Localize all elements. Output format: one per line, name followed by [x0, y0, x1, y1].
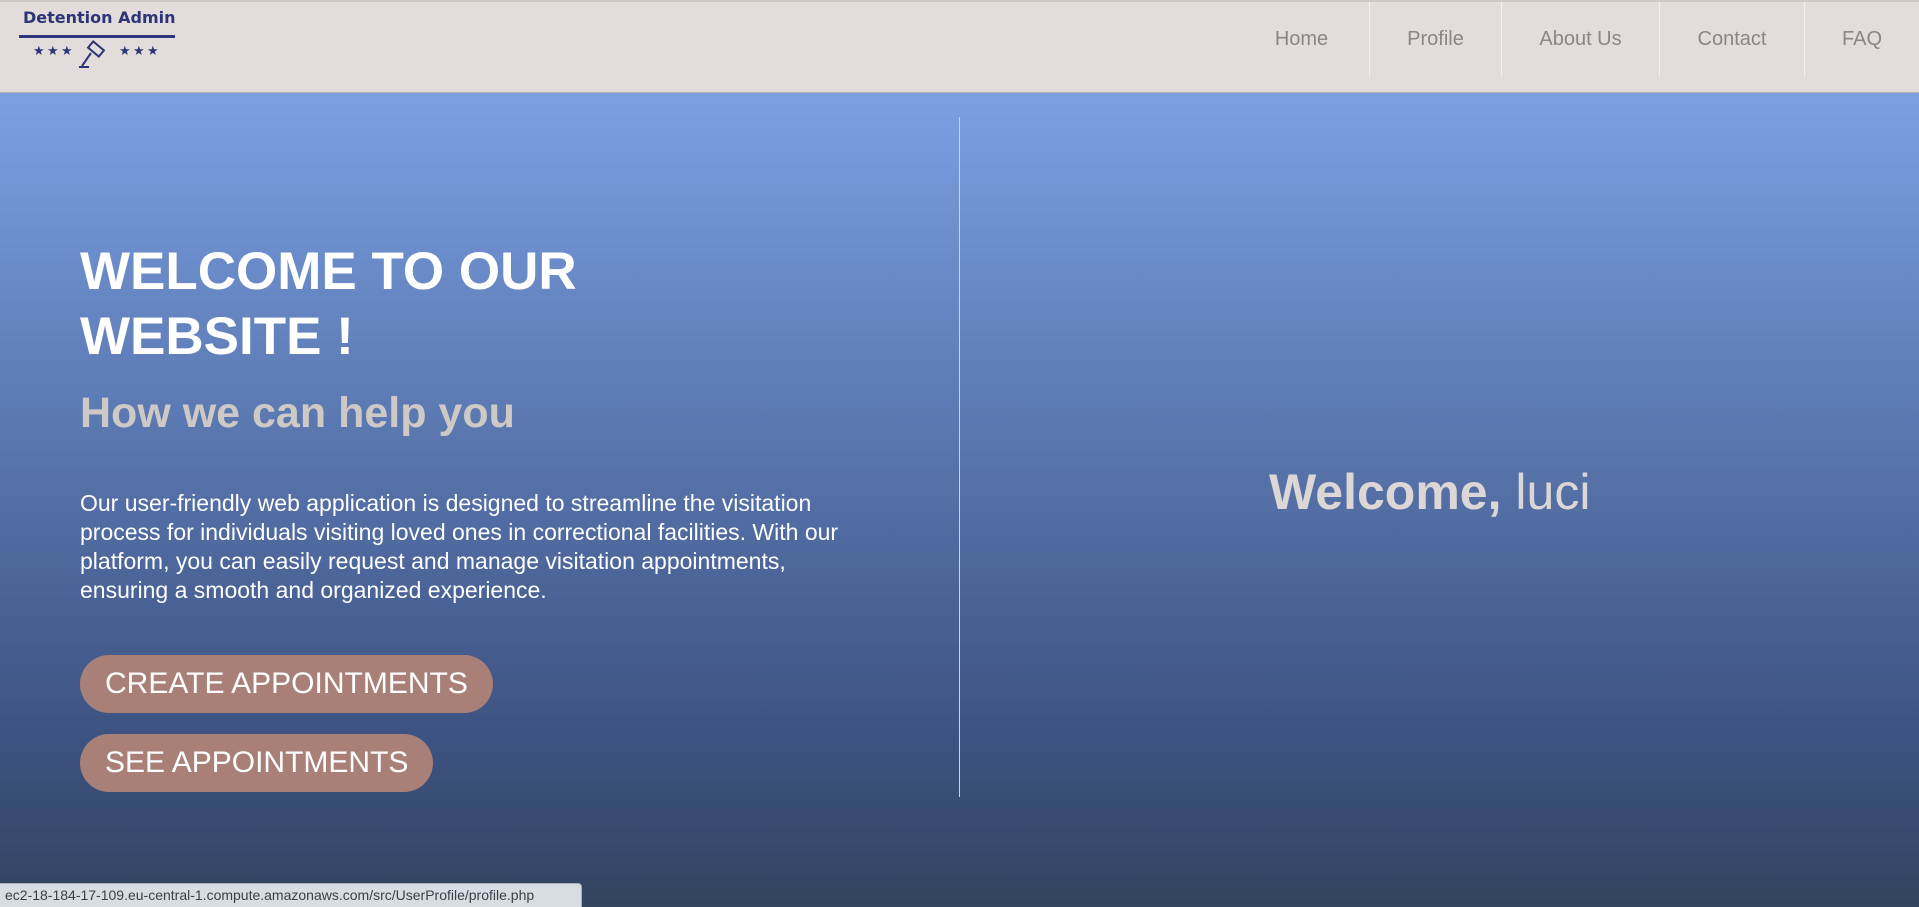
vertical-divider	[959, 117, 960, 797]
svg-text:★: ★	[147, 44, 159, 59]
svg-text:★: ★	[61, 44, 73, 59]
nav-about-us[interactable]: About Us	[1501, 2, 1659, 77]
nav-home[interactable]: Home	[1234, 2, 1369, 77]
welcome-prefix: Welcome,	[1269, 464, 1502, 520]
star-icon: ★ ★ ★ ★ ★ ★	[33, 44, 159, 59]
svg-text:★: ★	[119, 44, 131, 59]
nav-contact[interactable]: Contact	[1659, 2, 1804, 77]
hero-subtitle: How we can help you	[80, 389, 515, 437]
site-header: Detention Admin ★ ★ ★ ★ ★ ★ Home Profile…	[0, 0, 1919, 93]
create-appointments-button[interactable]: CREATE APPOINTMENTS	[80, 655, 493, 713]
see-appointments-button[interactable]: SEE APPOINTMENTS	[80, 734, 433, 792]
welcome-message: Welcome, luci	[1269, 463, 1590, 521]
browser-status-bar: ec2-18-184-17-109.eu-central-1.compute.a…	[0, 883, 582, 907]
nav-faq[interactable]: FAQ	[1804, 2, 1919, 77]
logo[interactable]: Detention Admin ★ ★ ★ ★ ★ ★	[19, 8, 177, 74]
hero-title: WELCOME TO OUR WEBSITE !	[80, 242, 577, 366]
gavel-icon: ★ ★ ★ ★ ★ ★	[19, 35, 175, 68]
nav-profile[interactable]: Profile	[1369, 2, 1501, 77]
main-nav: Home Profile About Us Contact FAQ	[1234, 2, 1919, 77]
svg-text:★: ★	[133, 44, 145, 59]
logo-title: Detention Admin	[23, 8, 176, 27]
svg-text:★: ★	[33, 44, 45, 59]
welcome-username: luci	[1515, 464, 1591, 520]
hero-section: WELCOME TO OUR WEBSITE ! How we can help…	[0, 93, 1919, 907]
hero-description: Our user-friendly web application is des…	[80, 490, 839, 603]
svg-text:★: ★	[47, 44, 59, 59]
